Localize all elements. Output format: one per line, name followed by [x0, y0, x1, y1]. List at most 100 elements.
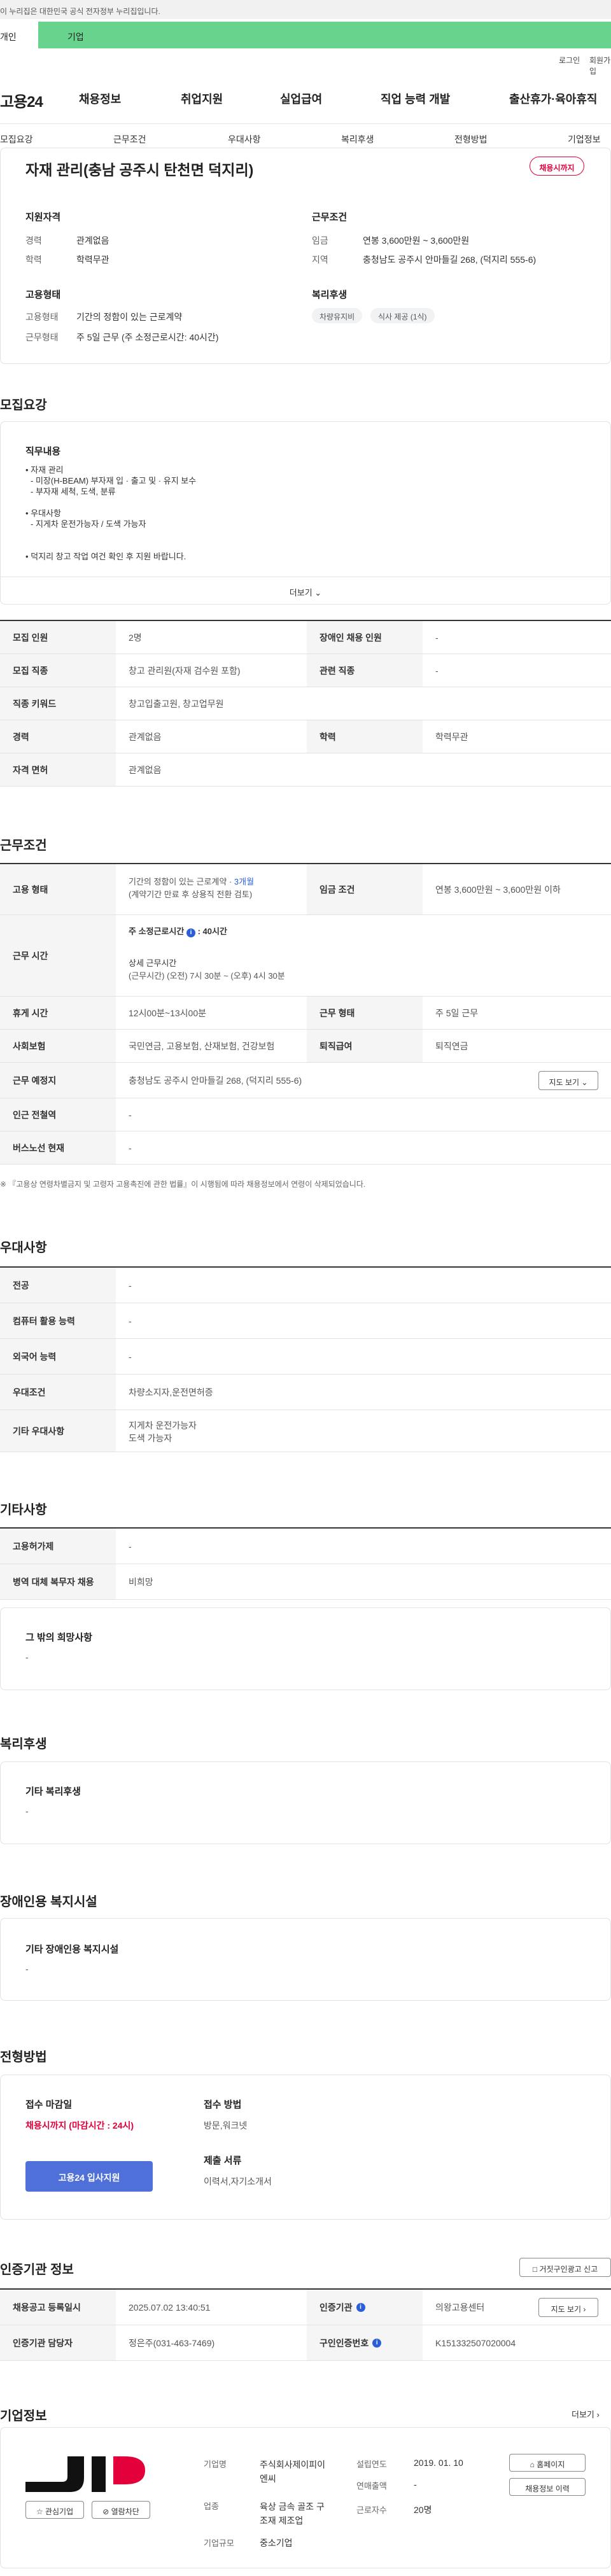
- job-history-button[interactable]: 채용정보 이력: [509, 2478, 586, 2496]
- table-row: 모집 직종 창고 관리원(자재 검수원 포함) 관련 직종 -: [0, 654, 611, 687]
- company-logo: [25, 2456, 145, 2492]
- anchor-company[interactable]: 기업정보: [568, 133, 601, 146]
- career-label: 경력: [25, 235, 42, 246]
- etc-section-title: 기타사항: [0, 1503, 47, 1517]
- welfare-value: -: [25, 1806, 29, 1816]
- pref-section-title: 우대사항: [0, 1241, 47, 1255]
- qualification-heading: 지원자격: [25, 212, 61, 223]
- disability-heading: 기타 장애인용 복지시설: [25, 1944, 119, 1955]
- report-fake-ad-button[interactable]: □ 거짓구인광고 신고: [519, 2258, 611, 2277]
- gnb-employment-support[interactable]: 취업지원: [181, 90, 223, 107]
- company-section-title: 기업정보: [0, 2409, 47, 2423]
- block-icon: ⊘: [102, 2507, 109, 2516]
- industry-value: 육상 금속 골조 구 조재 제조업: [260, 2502, 325, 2526]
- anchor-recruit[interactable]: 모집요강: [0, 133, 33, 146]
- table-row: 버스노선 현재 -: [0, 1131, 611, 1165]
- info-icon[interactable]: i: [356, 2302, 365, 2312]
- table-row: 고용허가제 -: [0, 1529, 611, 1564]
- gov-banner-text: 이 누리집은 대한민국 공식 전자정부 누리집입니다.: [0, 7, 160, 16]
- table-row: 휴게 시간 12시00분~13시00분 근무 형태 주 5일 근무: [0, 997, 611, 1030]
- block-view-button[interactable]: ⊘ 열람차단: [92, 2501, 150, 2519]
- site-logo[interactable]: 고용24: [0, 89, 43, 111]
- member-type-tabs: 개인 기업: [0, 22, 611, 48]
- info-icon[interactable]: i: [372, 2338, 382, 2348]
- company-size-value: 중소기업: [260, 2538, 293, 2548]
- table-row: 직종 키워드 창고입출고원, 창고업무원: [0, 687, 611, 720]
- apply-button[interactable]: 고용24 입사지원: [25, 2161, 153, 2192]
- gnb-unemployment-benefit[interactable]: 실업급여: [280, 90, 322, 107]
- docs-heading: 제출 서류: [204, 2155, 242, 2166]
- table-row: 사회보험 국민연금, 고용보험, 산재보험, 건강보험 퇴직급여 퇴직연금: [0, 1030, 611, 1063]
- cert-map-button[interactable]: 지도 보기 ›: [538, 2298, 598, 2317]
- duty-more-button[interactable]: 더보기 ⌄: [0, 577, 611, 605]
- job-title: 자재 관리(충남 공주시 탄천면 덕지리): [25, 162, 254, 178]
- table-row: 경력 관계없음 학력 학력무관: [0, 720, 611, 753]
- employment-type-value: 기간의 정함이 있는 근로계약: [76, 312, 183, 322]
- method-heading: 접수 방법: [204, 2099, 242, 2110]
- area-label: 지역: [312, 255, 328, 265]
- tab-company[interactable]: 기업: [38, 22, 611, 48]
- anchor-preferences[interactable]: 우대사항: [228, 133, 261, 146]
- home-icon: ⌂: [530, 2460, 535, 2469]
- docs-value: 이력서,자기소개서: [204, 2176, 272, 2187]
- deadline-badge: 채용시까지: [530, 157, 584, 176]
- gov-banner: 이 누리집은 대한민국 공식 전자정부 누리집입니다.: [0, 0, 611, 19]
- cert-section-title: 인증기관 정보: [0, 2263, 74, 2277]
- table-row: 인증기관 담당자 정은주(031-463-7469) 구인인증번호 i K151…: [0, 2325, 611, 2361]
- employment-type-label: 고용형태: [25, 312, 59, 322]
- welfare-section-title: 복리후생: [0, 1737, 47, 1751]
- chevron-right-icon: ›: [596, 2410, 600, 2419]
- table-row: 기타 우대사항 지게차 운전가능자 도색 가능자: [0, 1410, 611, 1452]
- deadline-value: 채용시까지 (마감시간 : 24시): [25, 2120, 134, 2131]
- employees-label: 근로자수: [356, 2505, 387, 2515]
- tab-personal[interactable]: 개인: [0, 22, 38, 48]
- selection-card: [0, 2075, 611, 2220]
- anchor-conditions[interactable]: 근무조건: [113, 133, 146, 146]
- company-more-link[interactable]: 더보기 ›: [572, 2408, 600, 2420]
- table-row: 외국어 능력 -: [0, 1339, 611, 1375]
- career-value: 관계없음: [76, 235, 109, 246]
- table-row: 고용 형태 기간의 정함이 있는 근로계약 · 3개월 (계약기간 만료 후 상…: [0, 864, 611, 915]
- info-icon[interactable]: i: [186, 928, 195, 937]
- founded-value: 2019. 01. 10: [414, 2458, 463, 2468]
- chevron-down-icon: ⌄: [581, 1078, 588, 1087]
- chevron-right-icon: ›: [583, 2305, 586, 2314]
- map-button[interactable]: 지도 보기 ⌄: [538, 1071, 598, 1090]
- welfare-card: [0, 1761, 611, 1844]
- document-icon: □: [532, 2265, 538, 2274]
- homepage-button[interactable]: ⌂ 홈페이지: [509, 2454, 586, 2472]
- login-link[interactable]: 로그인: [559, 55, 580, 66]
- founded-label: 설립연도: [356, 2460, 387, 2469]
- table-row: 자격 면허 관계없음: [0, 753, 611, 787]
- table-row: 컴퓨터 활용 능력 -: [0, 1303, 611, 1339]
- gnb-parental-leave[interactable]: 출산휴가·육아휴직: [509, 90, 597, 107]
- table-row: 인근 전철역 -: [0, 1098, 611, 1131]
- join-link[interactable]: 회원가입: [589, 55, 611, 76]
- welfare-chip: 식사 제공 (1식): [370, 308, 435, 323]
- recruit-section-title: 모집요강: [0, 398, 47, 412]
- sales-label: 연매출액: [356, 2481, 387, 2491]
- anchor-welfare[interactable]: 복리후생: [341, 133, 374, 146]
- disability-section-title: 장애인용 복지시설: [0, 1895, 97, 1909]
- wage-label: 임금: [312, 235, 328, 246]
- company-card: [0, 2427, 611, 2568]
- gnb-vocational-training[interactable]: 직업 능력 개발: [381, 90, 450, 107]
- edu-value: 학력무관: [76, 255, 109, 265]
- table-row: 전공 -: [0, 1268, 611, 1303]
- company-name-label: 기업명: [204, 2460, 227, 2469]
- gnb-jobs[interactable]: 채용정보: [79, 90, 121, 107]
- anchor-selection[interactable]: 전형방법: [454, 133, 488, 146]
- disability-card: [0, 1918, 611, 2001]
- table-row: 병역 대체 복무자 채용 비희망: [0, 1564, 611, 1600]
- table-row: 근무 예정지 충청남도 공주시 안마들길 268, (덕지리 555-6) 지도…: [0, 1063, 611, 1098]
- table-row: 우대조건 차량소지자,운전면허증: [0, 1375, 611, 1410]
- pref-table: 전공 - 컴퓨터 활용 능력 - 외국어 능력 - 우대조건 차량소지자,운전면…: [0, 1266, 611, 1452]
- company-size-label: 기업규모: [204, 2538, 234, 2548]
- etc-table: 고용허가제 - 병역 대체 복무자 채용 비희망: [0, 1527, 611, 1600]
- industry-label: 업종: [204, 2502, 219, 2511]
- company-name-value: 주식회사제이피이 엔씨: [260, 2460, 326, 2484]
- disability-value: -: [25, 1964, 29, 1974]
- method-value: 방문,워크넷: [204, 2120, 248, 2131]
- extra-wish-heading: 그 밖의 희망사항: [25, 1632, 92, 1643]
- interest-company-button[interactable]: ☆ 관심기업: [25, 2501, 84, 2519]
